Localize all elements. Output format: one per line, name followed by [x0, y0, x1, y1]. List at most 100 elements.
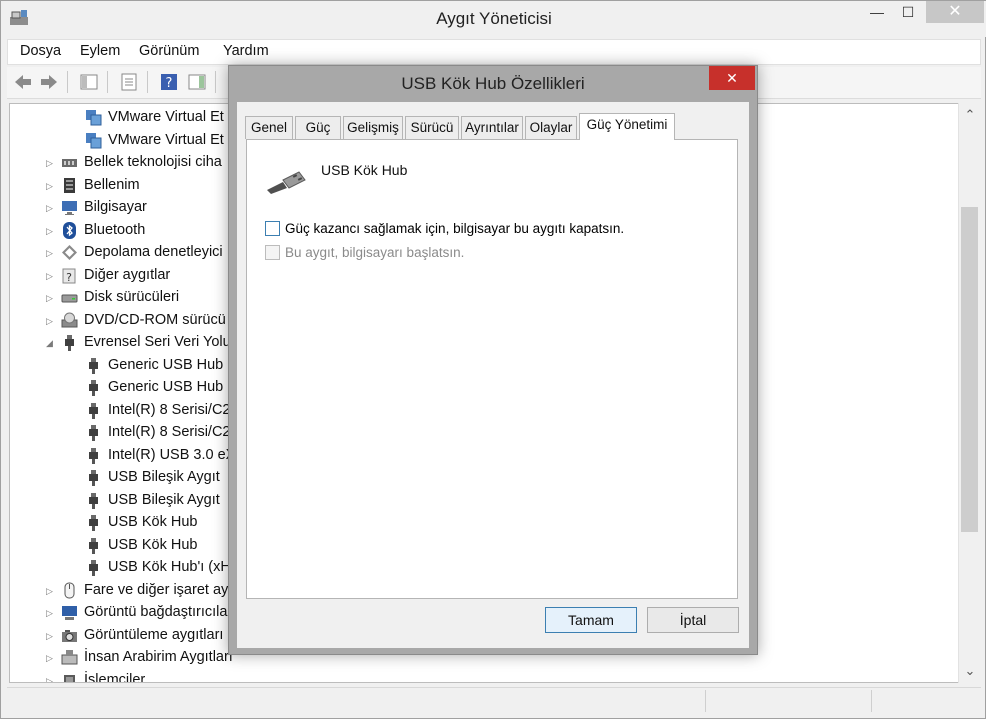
help-icon[interactable]: ? — [159, 72, 179, 92]
toolbar-separator — [147, 71, 148, 93]
usb-icon — [89, 357, 98, 374]
expand-arrow-icon[interactable]: ▷ — [46, 647, 56, 669]
tab-genel[interactable]: Genel — [245, 116, 293, 139]
network-adapter-icon — [86, 132, 102, 148]
forward-arrow-icon[interactable] — [39, 72, 59, 92]
tree-item-label[interactable]: Bellek teknolojisi ciha — [84, 151, 222, 173]
expand-arrow-icon[interactable]: ▷ — [46, 242, 56, 264]
expand-arrow-icon[interactable]: ▷ — [46, 265, 56, 287]
usb-plug-icon — [267, 171, 306, 194]
tree-item-label[interactable]: USB Kök Hub'ı (xH — [108, 556, 231, 578]
expand-arrow-icon[interactable]: ▷ — [46, 175, 56, 197]
dialog-close-button[interactable]: ✕ — [709, 66, 755, 90]
title-bar[interactable]: Aygıt Yöneticisi — ☐ ✕ — [1, 1, 986, 37]
tree-item-label[interactable]: VMware Virtual Et — [108, 129, 224, 151]
usb-icon — [89, 447, 98, 464]
tree-item-label[interactable]: DVD/CD-ROM sürücü — [84, 309, 226, 331]
tree-item-label[interactable]: USB Kök Hub — [108, 511, 197, 533]
firmware-icon — [64, 177, 75, 193]
tab-ayrintilar[interactable]: Ayrıntılar — [461, 116, 523, 139]
tree-item-label[interactable]: Depolama denetleyici — [84, 241, 223, 263]
tree-item-label[interactable]: Generic USB Hub — [108, 376, 223, 398]
expand-arrow-icon[interactable]: ▷ — [46, 625, 56, 647]
expand-arrow-icon[interactable]: ▷ — [46, 152, 56, 174]
tree-item-label[interactable]: USB Bileşik Aygıt — [108, 489, 220, 511]
expand-arrow-icon[interactable]: ▷ — [46, 220, 56, 242]
device-name: USB Kök Hub — [321, 162, 408, 178]
action-pane-icon[interactable] — [187, 72, 207, 92]
tab-surucu[interactable]: Sürücü — [405, 116, 459, 139]
tree-item-label[interactable]: Intel(R) USB 3.0 eX — [108, 444, 235, 466]
menu-gorunum[interactable]: Görünüm — [139, 43, 199, 59]
allow-power-off-checkbox[interactable] — [265, 221, 280, 236]
expand-arrow-icon[interactable]: ▷ — [46, 670, 56, 683]
tree-item-label[interactable]: Intel(R) 8 Serisi/C2 — [108, 399, 230, 421]
dialog-title: USB Kök Hub Özellikleri — [401, 74, 585, 93]
tree-item-label[interactable]: Intel(R) 8 Serisi/C2 — [108, 421, 230, 443]
ok-button[interactable]: Tamam — [545, 607, 637, 633]
tree-item-label[interactable]: Bilgisayar — [84, 196, 147, 218]
collapse-arrow-icon[interactable]: ◢ — [46, 332, 56, 354]
tree-item-label[interactable]: Fare ve diğer işaret ay — [84, 579, 228, 601]
back-arrow-icon[interactable] — [13, 72, 33, 92]
tab-gelismis[interactable]: Gelişmiş — [343, 116, 403, 139]
minimize-button[interactable]: — — [859, 1, 895, 23]
tree-row[interactable]: ▷ İşlemciler — [10, 669, 950, 683]
tab-guc-yonetimi[interactable]: Güç Yönetimi — [579, 113, 675, 140]
dialog-body: Genel Güç Gelişmiş Sürücü Ayrıntılar Ola… — [237, 102, 749, 648]
tree-item-label[interactable]: Görüntü bağdaştırıcıla — [84, 601, 227, 623]
tree-item-label[interactable]: VMware Virtual Et — [108, 106, 224, 128]
expand-arrow-icon[interactable]: ▷ — [46, 287, 56, 309]
svg-text:?: ? — [66, 271, 72, 284]
dvd-drive-icon — [61, 312, 78, 327]
tree-item-label[interactable]: Bellenim — [84, 174, 140, 196]
usb-icon — [89, 492, 98, 509]
expand-arrow-icon[interactable]: ▷ — [46, 602, 56, 624]
status-segment — [871, 690, 872, 712]
expand-arrow-icon[interactable]: ▷ — [46, 580, 56, 602]
expand-arrow-icon[interactable]: ▷ — [46, 197, 56, 219]
menu-yardim[interactable]: Yardım — [223, 43, 269, 59]
allow-power-off-label[interactable]: Güç kazancı sağlamak için, bilgisayar bu… — [285, 220, 624, 237]
hid-icon — [61, 650, 78, 665]
allow-wake-label: Bu aygıt, bilgisayarı başlatsın. — [285, 245, 465, 260]
vertical-scrollbar[interactable]: ⌃ ⌄ — [958, 103, 980, 683]
tab-olaylar[interactable]: Olaylar — [525, 116, 577, 139]
usb-icon — [89, 515, 98, 531]
mouse-icon — [64, 582, 75, 598]
tree-item-label[interactable]: İşlemciler — [84, 669, 145, 683]
processor-icon — [64, 674, 75, 682]
unknown-device-icon: ? — [62, 268, 76, 284]
tree-item-label[interactable]: USB Kök Hub — [108, 534, 197, 556]
close-button[interactable]: ✕ — [926, 1, 984, 23]
tree-item-label[interactable]: Evrensel Seri Veri Yolu — [84, 331, 231, 353]
tree-item-label[interactable]: Generic USB Hub — [108, 354, 223, 376]
scroll-down-arrow-icon[interactable]: ⌄ — [959, 663, 981, 681]
tab-guc[interactable]: Güç — [295, 116, 341, 139]
menu-eylem[interactable]: Eylem — [80, 43, 120, 59]
usb-icon — [89, 537, 98, 554]
toolbar-separator — [215, 71, 216, 93]
properties-icon[interactable] — [119, 72, 139, 92]
display-adapter-icon — [62, 606, 77, 620]
window-title: Aygıt Yöneticisi — [436, 9, 552, 28]
storage-controller-icon — [62, 245, 77, 260]
expand-arrow-icon[interactable]: ▷ — [46, 310, 56, 332]
tree-item-label[interactable]: Disk sürücüleri — [84, 286, 179, 308]
network-adapter-icon — [86, 110, 102, 126]
tree-item-label[interactable]: Diğer aygıtlar — [84, 264, 170, 286]
usb-icon — [65, 335, 74, 351]
tree-item-label[interactable]: İnsan Arabirim Aygıtları — [84, 646, 233, 668]
menu-bar: Dosya Eylem Görünüm Yardım — [7, 39, 981, 65]
tree-item-label[interactable]: Bluetooth — [84, 219, 145, 241]
maximize-button[interactable]: ☐ — [892, 1, 924, 23]
status-segment — [705, 690, 706, 712]
show-hide-tree-icon[interactable] — [79, 72, 99, 92]
cancel-button[interactable]: İptal — [647, 607, 739, 633]
tree-item-label[interactable]: Görüntüleme aygıtları — [84, 624, 223, 646]
scroll-up-arrow-icon[interactable]: ⌃ — [959, 107, 981, 125]
scrollbar-thumb[interactable] — [961, 207, 978, 532]
usb-icon — [89, 560, 98, 576]
menu-dosya[interactable]: Dosya — [20, 43, 61, 59]
tree-item-label[interactable]: USB Bileşik Aygıt — [108, 466, 220, 488]
